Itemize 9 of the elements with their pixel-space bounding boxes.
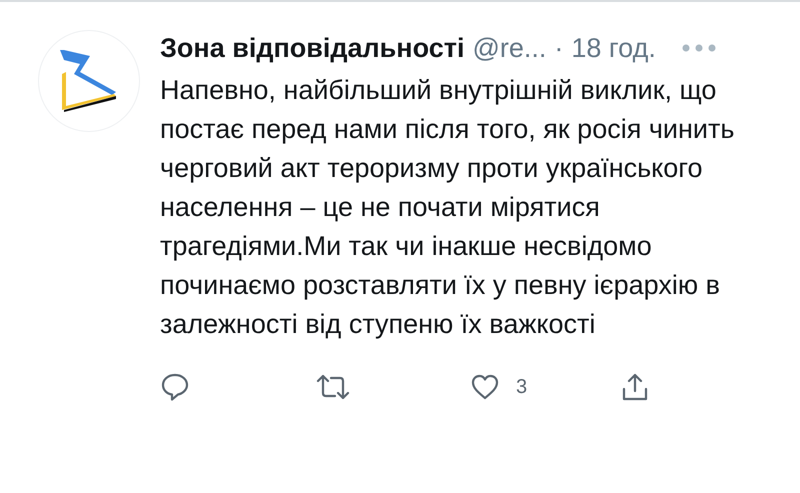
avatar[interactable] [38,30,140,132]
timestamp[interactable]: 18 год. [571,28,656,68]
like-count: 3 [516,374,528,400]
share-icon[interactable] [620,372,650,402]
author-handle: @re... [472,32,546,65]
tweet-text: Напевно, найбільший внутрішній виклик, що постає перед нами після того, як росія чинить черговий акт тероризму проти українського населення – це не почати мірятися трагедіями.Ми так чи інакше несвідомо починаємо розставляти їх у певну ієрархію в залежності від ступеню їх важкості [160,74,736,341]
speech-bubble-icon[interactable] [160,372,190,402]
separator: · [554,32,564,65]
author-name[interactable]: Зона відповідальності [160,28,464,68]
